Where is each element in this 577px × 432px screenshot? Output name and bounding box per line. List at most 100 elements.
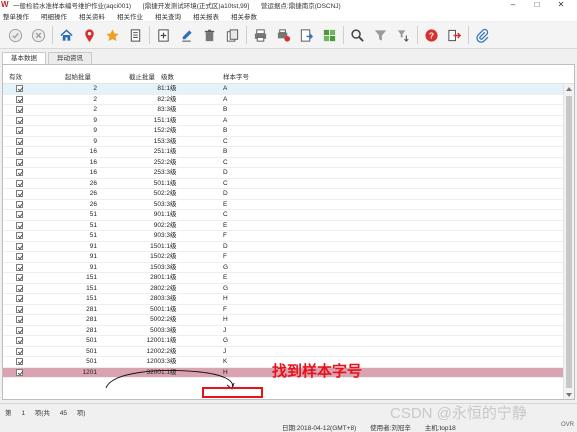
table-row[interactable]: 91 150 2:2级 F <box>3 252 563 263</box>
menu-related-query[interactable]: 相关查询 <box>155 11 181 21</box>
cell-level[interactable]: 1:1级 <box>161 306 177 314</box>
valid-checkbox[interactable] <box>16 368 23 376</box>
cell-start-qty[interactable]: 16 <box>53 159 97 167</box>
cell-level[interactable]: 2:2级 <box>161 285 177 293</box>
valid-checkbox[interactable] <box>16 242 23 250</box>
table-row[interactable]: 2 8 2:2级 A <box>3 95 563 105</box>
valid-checkbox[interactable] <box>16 358 23 365</box>
table-row[interactable]: 26 50 3:3级 E <box>3 200 563 210</box>
cell-start-qty[interactable]: 2 <box>53 85 97 93</box>
cell-level[interactable]: 2:2级 <box>161 253 177 261</box>
valid-checkbox[interactable] <box>16 137 23 145</box>
valid-checkbox[interactable] <box>16 190 23 197</box>
cell-sample-code[interactable]: C <box>223 180 228 188</box>
cell-end-qty[interactable]: 25 <box>123 148 161 156</box>
cell-sample-code[interactable]: K <box>223 358 227 366</box>
cell-level[interactable]: 1:1级 <box>161 337 177 345</box>
header-valid[interactable]: 有效 <box>9 71 22 81</box>
cell-level[interactable]: 3:3级 <box>161 264 177 272</box>
cell-end-qty[interactable]: 280 <box>123 274 161 282</box>
scroll-down-icon[interactable] <box>566 393 572 397</box>
cell-level[interactable]: 2:2级 <box>161 316 177 324</box>
delete-icon[interactable] <box>199 25 219 45</box>
table-row[interactable]: 281 500 2:2级 H <box>3 315 563 326</box>
cell-sample-code[interactable]: B <box>223 148 227 156</box>
cell-end-qty[interactable]: 500 <box>123 316 161 324</box>
help-icon[interactable]: ? <box>421 25 441 45</box>
table-row[interactable]: 16 25 3:3级 D <box>3 168 563 179</box>
cell-sample-code[interactable]: H <box>223 316 228 324</box>
table-row[interactable]: 151 280 3:3级 H <box>3 294 563 305</box>
valid-checkbox[interactable] <box>16 85 23 92</box>
cell-sample-code[interactable]: E <box>223 201 227 209</box>
header-end-qty[interactable]: 截止批量 <box>129 71 155 81</box>
table-row[interactable]: 16 25 1:1级 B <box>3 147 563 158</box>
cell-start-qty[interactable]: 51 <box>53 232 97 240</box>
maximize-button[interactable]: □ <box>525 0 549 10</box>
cell-sample-code[interactable]: G <box>223 264 228 272</box>
table-row[interactable]: 151 280 1:1级 E <box>3 273 563 284</box>
cell-end-qty[interactable]: 1200 <box>123 348 161 356</box>
valid-checkbox[interactable] <box>16 316 23 323</box>
valid-checkbox[interactable] <box>16 179 23 187</box>
valid-checkbox[interactable] <box>16 169 23 176</box>
cell-start-qty[interactable]: 151 <box>53 285 97 293</box>
sort-icon[interactable] <box>393 25 413 45</box>
tab-change-info[interactable]: 异动资讯 <box>48 52 92 64</box>
cell-start-qty[interactable]: 51 <box>53 222 97 230</box>
cell-start-qty[interactable]: 91 <box>53 253 97 261</box>
cell-end-qty[interactable]: 1200 <box>123 337 161 345</box>
cell-start-qty[interactable]: 1201 <box>53 369 97 377</box>
cell-sample-code[interactable]: C <box>223 159 228 167</box>
valid-checkbox[interactable] <box>16 221 23 229</box>
cell-end-qty[interactable]: 500 <box>123 306 161 314</box>
cell-start-qty[interactable]: 2 <box>53 106 97 114</box>
cell-start-qty[interactable]: 501 <box>53 337 97 345</box>
table-row[interactable]: 501 1200 1:1级 G <box>3 336 563 347</box>
cell-end-qty[interactable]: 8 <box>123 106 161 114</box>
cell-level[interactable]: 3:3级 <box>161 169 177 177</box>
table-row[interactable]: 151 280 2:2级 G <box>3 284 563 294</box>
valid-checkbox[interactable] <box>16 274 23 281</box>
table-row[interactable]: 91 150 1:1级 D <box>3 242 563 252</box>
cell-start-qty[interactable]: 16 <box>53 169 97 177</box>
table-row[interactable]: 2 8 3:3级 B <box>3 105 563 116</box>
cell-level[interactable]: 2:2级 <box>161 127 177 135</box>
cell-end-qty[interactable]: 50 <box>123 190 161 198</box>
cell-end-qty[interactable]: 15 <box>123 127 161 135</box>
menu-whole-order[interactable]: 整单操作 <box>3 11 29 21</box>
cell-start-qty[interactable]: 51 <box>53 211 97 219</box>
cell-end-qty[interactable]: 90 <box>123 232 161 240</box>
favorite-star-icon[interactable] <box>102 25 122 45</box>
cell-end-qty[interactable]: 15 <box>123 117 161 125</box>
cell-start-qty[interactable]: 281 <box>53 327 97 335</box>
table-row[interactable]: 281 500 1:1级 F <box>3 305 563 315</box>
cell-start-qty[interactable]: 281 <box>53 316 97 324</box>
table-row[interactable]: 26 50 1:1级 C <box>3 179 563 189</box>
table-row[interactable]: 9 15 2:2级 B <box>3 126 563 137</box>
cell-level[interactable]: 1:1级 <box>161 148 177 156</box>
cell-end-qty[interactable]: 90 <box>123 222 161 230</box>
valid-checkbox[interactable] <box>16 148 23 155</box>
cell-end-qty[interactable]: 500 <box>123 327 161 335</box>
cell-sample-code[interactable]: F <box>223 232 227 240</box>
cell-level[interactable]: 1:1级 <box>161 274 177 282</box>
cell-sample-code[interactable]: D <box>223 190 228 198</box>
cell-level[interactable]: 3:3级 <box>161 232 177 240</box>
cell-sample-code[interactable]: H <box>223 369 228 377</box>
scroll-thumb[interactable] <box>566 96 572 388</box>
header-sample-code[interactable]: 样本字号 <box>223 71 249 81</box>
table-row[interactable]: 9 15 3:3级 C <box>3 137 563 147</box>
cell-level[interactable]: 2:2级 <box>161 159 177 167</box>
cell-level[interactable]: 1:1级 <box>161 369 177 377</box>
cell-level[interactable]: 1:1级 <box>161 85 177 93</box>
valid-checkbox[interactable] <box>16 106 23 113</box>
cell-level[interactable]: 3:3级 <box>161 201 177 209</box>
cell-start-qty[interactable]: 2 <box>53 96 97 104</box>
scroll-up-icon[interactable] <box>566 87 572 91</box>
cell-sample-code[interactable]: A <box>223 85 227 93</box>
exit-icon[interactable] <box>444 25 464 45</box>
table-row[interactable]: 9 15 1:1级 A <box>3 116 563 126</box>
valid-checkbox[interactable] <box>16 263 23 271</box>
valid-checkbox[interactable] <box>16 326 23 334</box>
